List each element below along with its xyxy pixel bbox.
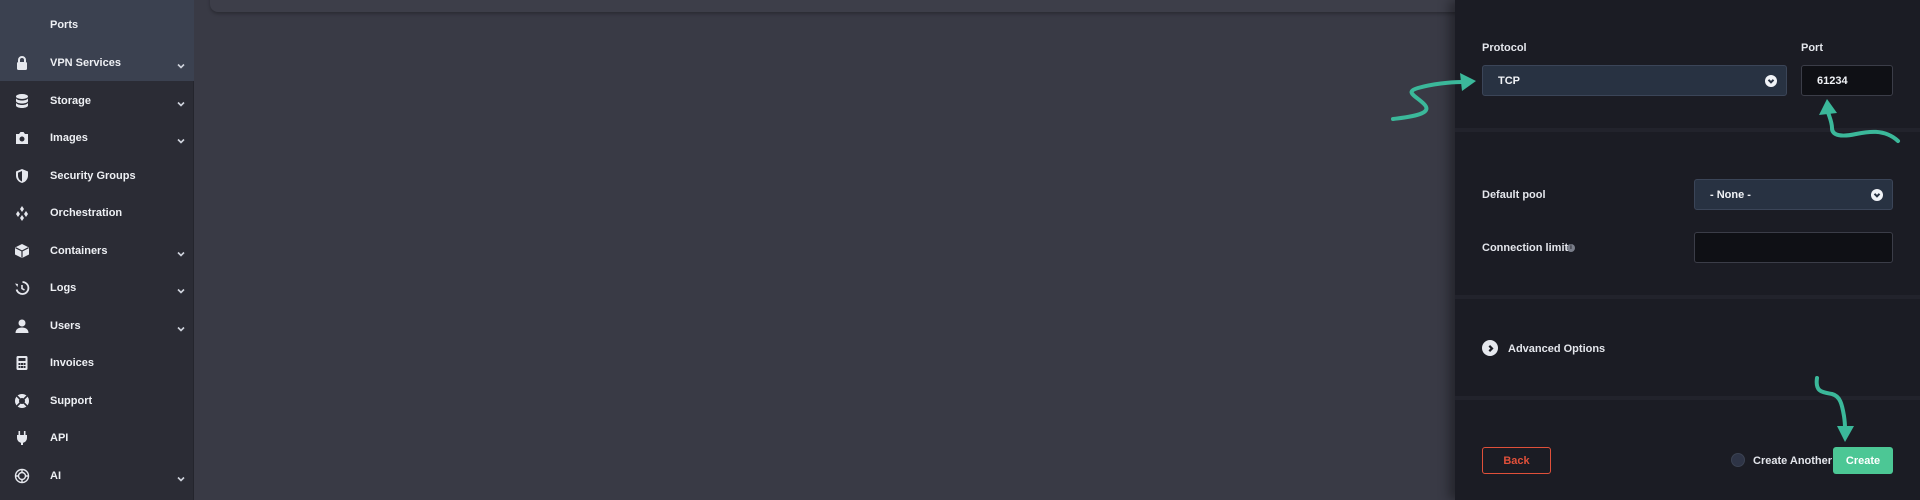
orchestration-icon: [14, 205, 30, 221]
sidebar-item-label: Images: [50, 131, 88, 144]
sidebar-item-users[interactable]: Users: [0, 307, 194, 344]
default-pool-select[interactable]: - None -: [1694, 179, 1893, 210]
chevron-down-icon: [1765, 74, 1777, 87]
chevron-down-icon: [176, 321, 186, 332]
port-value: 61234: [1817, 74, 1848, 87]
shield-icon: [14, 168, 30, 184]
back-button[interactable]: Back: [1482, 447, 1551, 474]
chevron-down-icon: [176, 246, 186, 257]
port-label: Port: [1801, 42, 1823, 54]
main-card-edge: [210, 0, 1470, 12]
chevron-right-icon[interactable]: [1482, 340, 1498, 356]
sidebar-item-label: VPN Services: [50, 56, 121, 69]
sidebar-item-storage[interactable]: Storage: [0, 82, 194, 119]
protocol-label: Protocol: [1482, 42, 1527, 54]
create-another-label: Create Another: [1753, 455, 1833, 467]
chevron-down-icon: [176, 283, 186, 294]
sidebar-item-label: Containers: [50, 244, 108, 257]
sidebar-item-label: Logs: [50, 281, 77, 294]
create-button[interactable]: Create: [1833, 447, 1893, 474]
sidebar-item-containers[interactable]: Containers: [0, 232, 194, 269]
protocol-value: TCP: [1498, 74, 1520, 87]
sidebar-item-images[interactable]: Images: [0, 119, 194, 156]
sidebar-item-label: Security Groups: [50, 169, 136, 182]
protocol-select[interactable]: TCP: [1482, 65, 1787, 96]
sidebar-item-ports[interactable]: Ports: [0, 0, 194, 50]
sidebar-item-ai[interactable]: AI: [0, 457, 194, 494]
chevron-down-icon: [176, 96, 186, 107]
history-icon: [14, 280, 30, 296]
port-input[interactable]: 61234: [1801, 65, 1893, 96]
calculator-icon: [14, 355, 30, 371]
sidebar-item-label: Invoices: [50, 356, 95, 369]
chevron-down-icon: [176, 58, 186, 69]
sidebar-item-label: AI: [50, 469, 61, 482]
sidebar-item-label: Orchestration: [50, 206, 123, 219]
sidebar-item-vpn-services[interactable]: VPN Services: [0, 44, 194, 81]
sidebar-item-logs[interactable]: Logs: [0, 269, 194, 306]
ai-icon: [14, 468, 30, 484]
listener-form-panel: Protocol TCP Port 61234 Default pool - N…: [1455, 0, 1920, 500]
box-icon: [14, 243, 30, 259]
sidebar-item-label: Ports: [50, 19, 79, 31]
lock-icon: [14, 55, 30, 71]
connection-limit-input[interactable]: [1694, 232, 1893, 263]
database-icon: [14, 93, 30, 109]
create-another-toggle[interactable]: [1731, 453, 1745, 467]
section-divider: [1455, 295, 1920, 299]
sidebar-item-support[interactable]: Support: [0, 382, 194, 419]
section-divider: [1455, 128, 1920, 132]
default-pool-value: - None -: [1710, 188, 1751, 201]
chevron-down-icon: [1871, 188, 1883, 201]
user-icon: [14, 318, 30, 334]
info-icon[interactable]: i: [1567, 244, 1575, 252]
sidebar-item-api[interactable]: API: [0, 419, 194, 456]
sidebar-item-label: API: [50, 431, 69, 444]
sidebar-item-label: Storage: [50, 94, 91, 107]
plug-icon: [14, 430, 30, 446]
advanced-options-toggle[interactable]: Advanced Options: [1508, 343, 1605, 355]
main-content-overlay: [195, 0, 1455, 500]
default-pool-label: Default pool: [1482, 189, 1546, 201]
sidebar: Ports VPN Services Storage Images Securi…: [0, 0, 194, 500]
sidebar-item-label: Users: [50, 319, 81, 332]
lifebuoy-icon: [14, 393, 30, 409]
sidebar-item-orchestration[interactable]: Orchestration: [0, 194, 194, 231]
chevron-down-icon: [176, 133, 186, 144]
camera-icon: [14, 130, 30, 146]
section-divider: [1455, 396, 1920, 400]
connection-limit-label: Connection limit: [1482, 242, 1569, 254]
chevron-down-icon: [176, 471, 186, 482]
sidebar-item-label: Support: [50, 394, 93, 407]
sidebar-item-invoices[interactable]: Invoices: [0, 344, 194, 381]
sidebar-item-security-groups[interactable]: Security Groups: [0, 157, 194, 194]
